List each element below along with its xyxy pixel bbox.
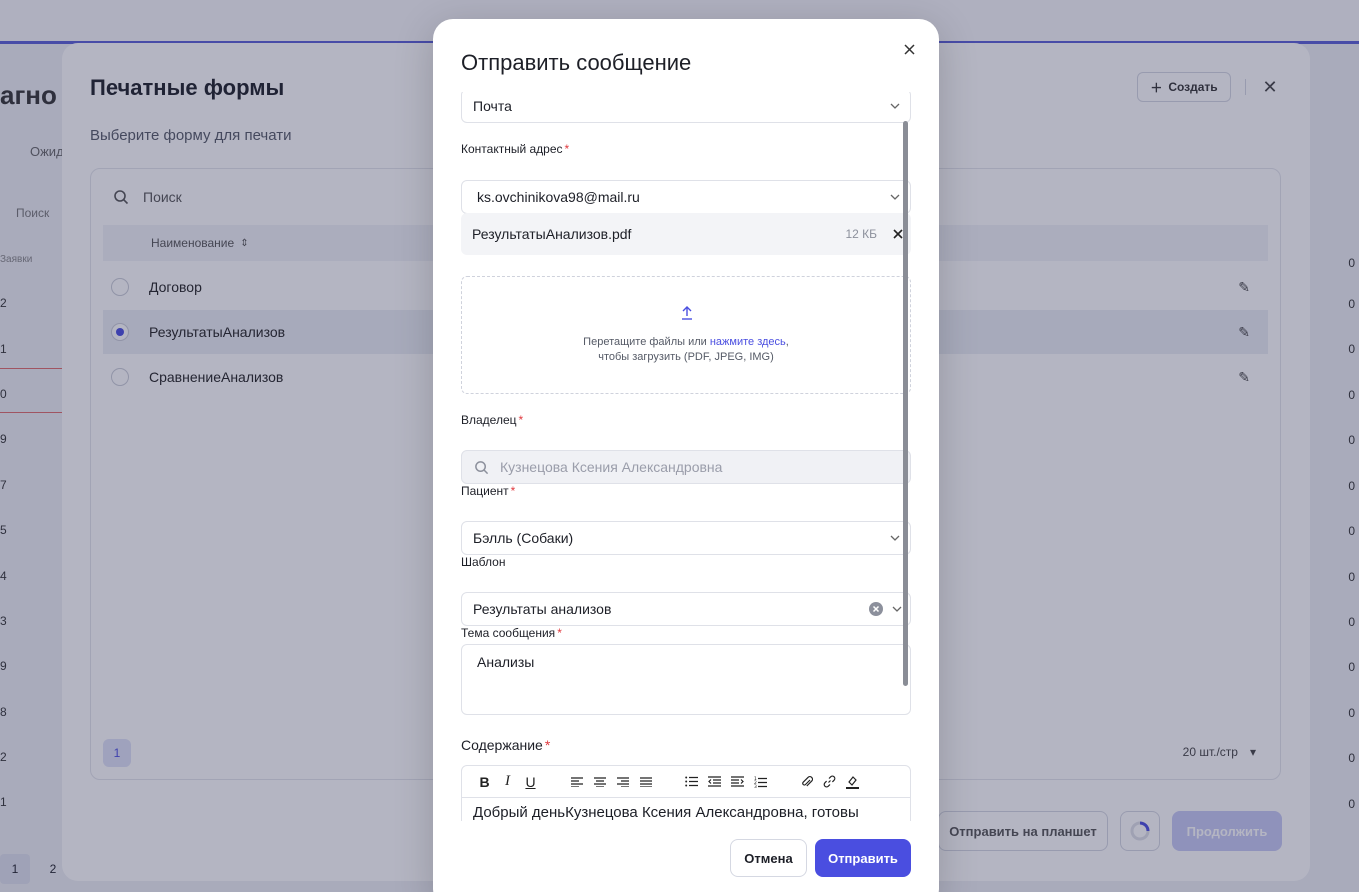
- content-editor: B I U 123 Добрый деньКузнецова Ксения Ал…: [461, 765, 911, 821]
- indent-icon[interactable]: [726, 770, 749, 794]
- channel-value: Почта: [473, 98, 512, 114]
- file-size: 12 КБ: [845, 227, 877, 241]
- dropzone-hint: чтобы загрузить (PDF, JPEG, IMG): [598, 351, 774, 363]
- send-message-modal: Отправить сообщение Почта Контактный адр…: [433, 19, 939, 892]
- modal-body: Почта Контактный адрес * ks.ovchinikova98…: [461, 92, 911, 821]
- required-asterisk: *: [557, 626, 562, 640]
- patient-select[interactable]: Бэлль (Собаки): [461, 521, 911, 555]
- italic-icon[interactable]: I: [496, 770, 519, 794]
- content-label-text: Содержание: [461, 737, 543, 753]
- patient-label: Пациент *: [461, 484, 515, 498]
- required-asterisk: *: [510, 484, 516, 498]
- owner-label: Владелец *: [461, 413, 523, 427]
- subject-label-text: Тема сообщения: [461, 626, 556, 640]
- svg-text:3: 3: [754, 784, 757, 788]
- required-asterisk: *: [564, 142, 570, 156]
- dropzone-text-after: ,: [785, 336, 789, 348]
- close-icon[interactable]: [899, 39, 919, 59]
- modal-scrollbar[interactable]: [903, 121, 908, 686]
- content-label: Содержание *: [461, 737, 550, 753]
- file-dropzone[interactable]: Перетащите файлы или нажмите здесь, чтоб…: [461, 276, 911, 394]
- search-icon: [462, 460, 500, 475]
- template-label: Шаблон: [461, 555, 506, 569]
- required-asterisk: *: [518, 413, 524, 427]
- align-justify-icon[interactable]: [634, 770, 657, 794]
- cancel-button[interactable]: Отмена: [730, 839, 807, 877]
- contact-value: ks.ovchinikova98@mail.ru: [477, 189, 640, 205]
- attached-file: РезультатыАнализов.pdf 12 КБ: [461, 213, 911, 255]
- bullet-list-icon[interactable]: [680, 770, 703, 794]
- content-text[interactable]: Добрый деньКузнецова Ксения Александровн…: [462, 798, 910, 821]
- send-button[interactable]: Отправить: [815, 839, 911, 877]
- upload-icon: [680, 305, 694, 324]
- chevron-down-icon: [880, 103, 910, 109]
- contact-select[interactable]: ks.ovchinikova98@mail.ru: [461, 180, 911, 214]
- template-value: Результаты анализов: [473, 601, 612, 617]
- owner-search-input[interactable]: Кузнецова Ксения Александровна: [461, 450, 911, 484]
- subject-textarea[interactable]: Анализы: [461, 644, 911, 715]
- align-center-icon[interactable]: [588, 770, 611, 794]
- link-icon[interactable]: [818, 770, 841, 794]
- numbered-list-icon[interactable]: 123: [749, 770, 772, 794]
- patient-label-text: Пациент: [461, 484, 509, 498]
- template-select[interactable]: Результаты анализов: [461, 592, 911, 626]
- required-asterisk: *: [544, 737, 551, 753]
- dropzone-text-before: Перетащите файлы или: [583, 336, 710, 348]
- dropzone-text: Перетащите файлы или нажмите здесь,: [462, 336, 910, 348]
- align-left-icon[interactable]: [565, 770, 588, 794]
- channel-select[interactable]: Почта: [461, 92, 911, 123]
- subject-label: Тема сообщения *: [461, 626, 562, 640]
- contact-label-text: Контактный адрес: [461, 142, 563, 156]
- upload-link[interactable]: нажмите здесь: [710, 336, 786, 348]
- owner-placeholder: Кузнецова Ксения Александровна: [500, 459, 723, 475]
- contact-label: Контактный адрес *: [461, 142, 569, 156]
- clear-icon[interactable]: [868, 601, 884, 617]
- owner-label-text: Владелец: [461, 413, 517, 427]
- modal-title: Отправить сообщение: [461, 50, 692, 75]
- editor-toolbar: B I U 123: [462, 766, 910, 798]
- file-name: РезультатыАнализов.pdf: [472, 226, 632, 242]
- align-right-icon[interactable]: [611, 770, 634, 794]
- patient-value: Бэлль (Собаки): [473, 530, 574, 546]
- outdent-icon[interactable]: [703, 770, 726, 794]
- underline-icon[interactable]: U: [519, 770, 542, 794]
- bold-icon[interactable]: B: [473, 770, 496, 794]
- attachment-icon[interactable]: [795, 770, 818, 794]
- highlight-color-icon[interactable]: [841, 770, 864, 794]
